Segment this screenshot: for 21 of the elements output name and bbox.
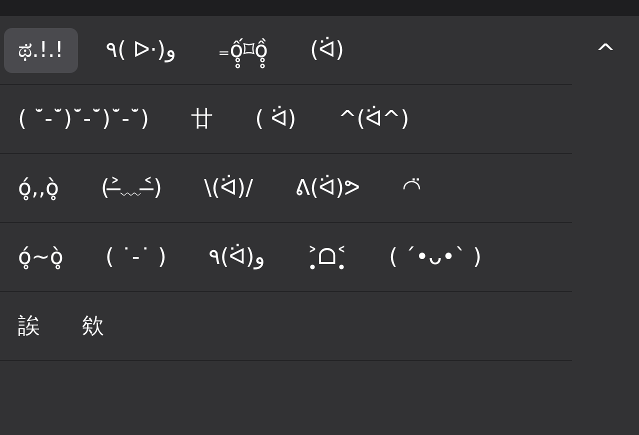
- candidate-button[interactable]: 廿: [177, 94, 228, 144]
- candidate-button[interactable]: (˃̶﹏˂̶): [86, 163, 176, 213]
- candidate-button[interactable]: ( ´•ᴗ•` ): [375, 234, 496, 280]
- candidate-button[interactable]: ó̥,,ò̥: [4, 166, 73, 210]
- candidate-button[interactable]: ٩( ᐅ·)و: [92, 28, 190, 72]
- candidate-button[interactable]: ^(ᐛ^): [324, 96, 424, 142]
- candidate-button[interactable]: ( ˙-˙ ): [91, 234, 180, 280]
- candidate-button[interactable]: ( ᐛ): [241, 96, 310, 142]
- collapse-button[interactable]: ^: [589, 36, 622, 70]
- candidate-button[interactable]: ◠̈: [388, 166, 436, 210]
- candidate-button[interactable]: 誒: [4, 301, 54, 351]
- candidate-button[interactable]: (ᐛ): [296, 28, 358, 72]
- candidate-button[interactable]: ˃̣̥ᗝ˂̣̥: [293, 234, 361, 280]
- candidate-button[interactable]: 欸: [68, 301, 118, 351]
- candidate-button[interactable]: ᕕ(ᐛ)ᕗ: [281, 166, 374, 210]
- candidate-button[interactable]: ಥ̈.!.!: [4, 28, 78, 72]
- candidate-button[interactable]: ₌ố̥̥⌑ồ̥̥: [204, 28, 282, 72]
- candidate-button[interactable]: \(ᐛ)/: [190, 166, 267, 210]
- candidate-button[interactable]: ó̥~ò̥: [4, 234, 78, 280]
- candidate-button[interactable]: ( ˙̆-˙̆)˙̆-˙̆)˙̆-˙̆): [4, 96, 164, 142]
- candidate-button[interactable]: ٩(ᐛ)و: [194, 234, 279, 280]
